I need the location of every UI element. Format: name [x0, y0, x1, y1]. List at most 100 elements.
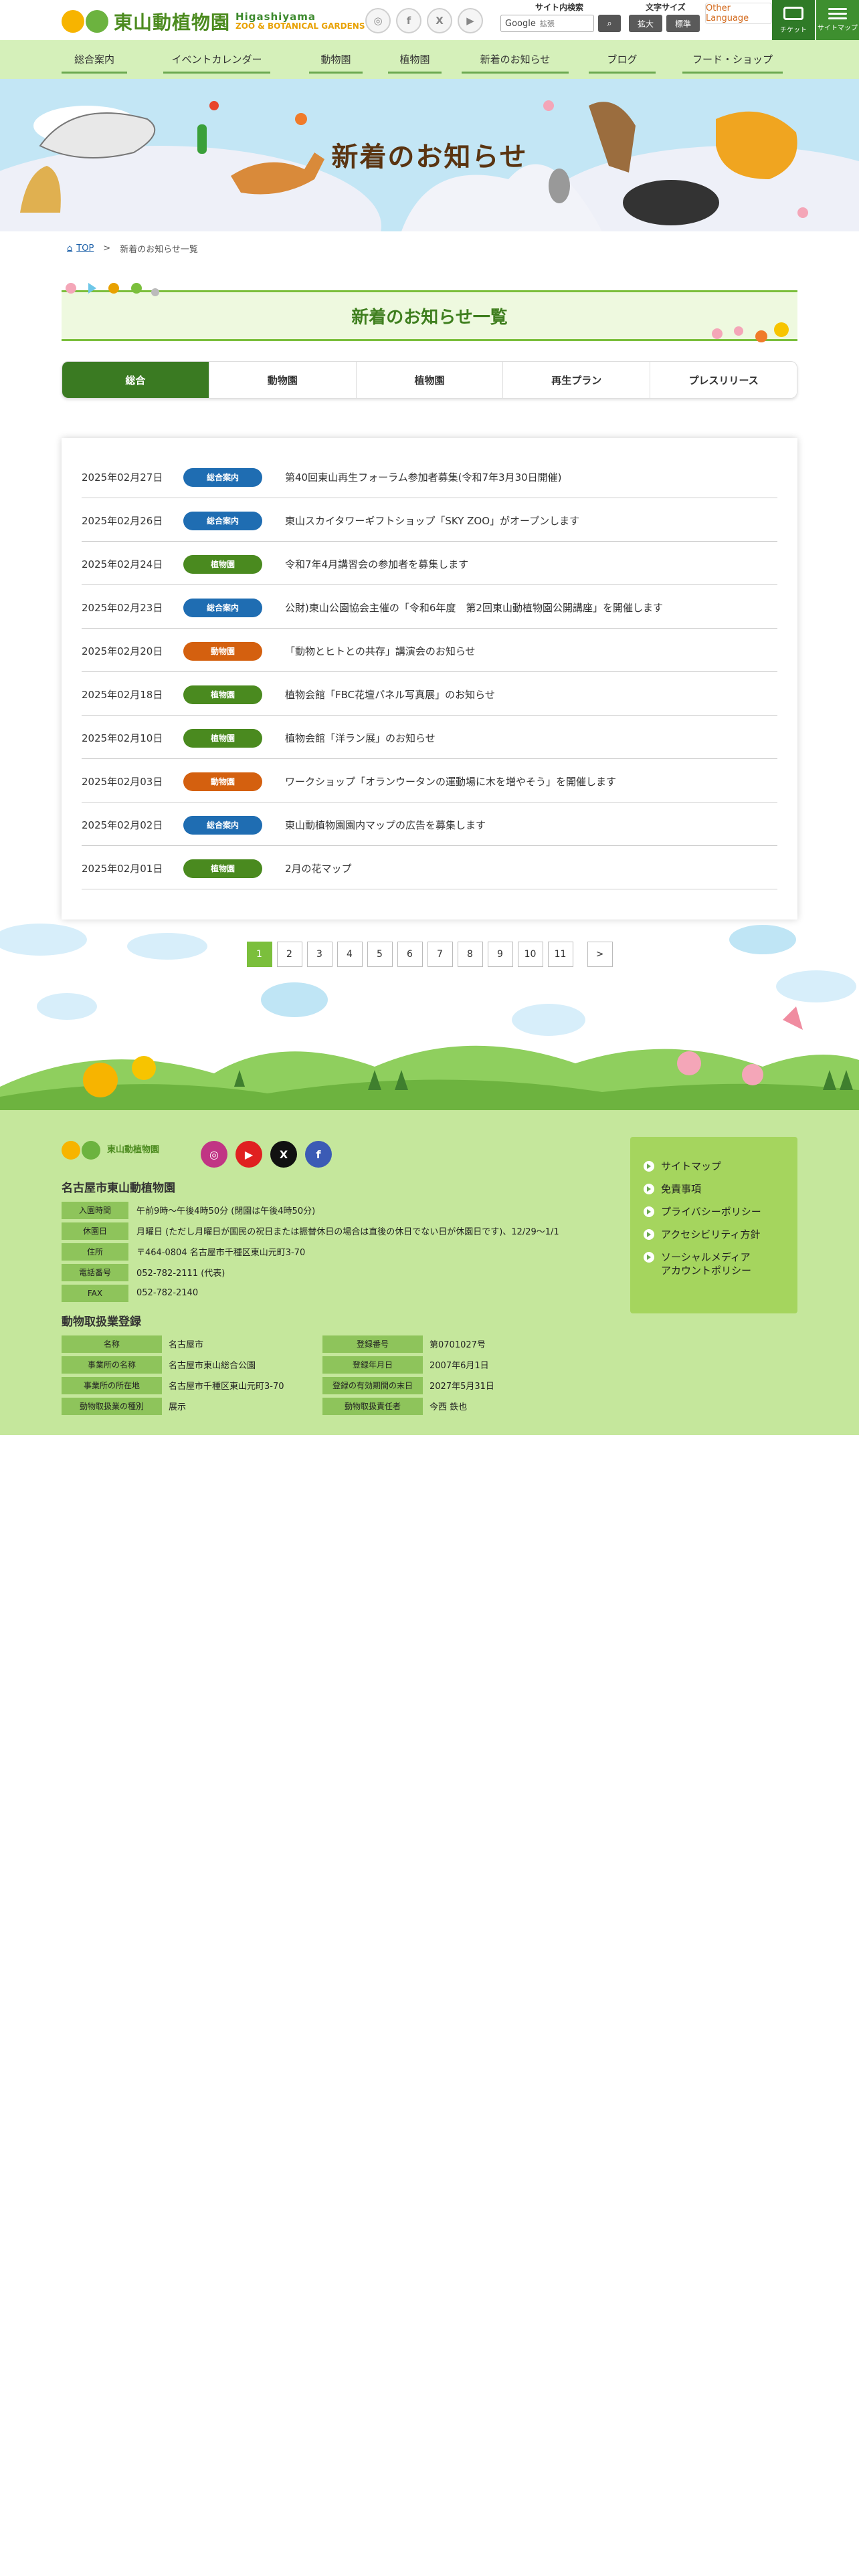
news-item[interactable]: 2025年02月26日 総合案内 東山スカイタワーギフトショップ「SKY ZOO…: [82, 500, 777, 542]
search-label: サイト内検索: [535, 3, 583, 12]
tab-zoo[interactable]: 動物園: [209, 362, 357, 398]
news-date: 2025年02月18日: [82, 689, 163, 701]
news-item[interactable]: 2025年02月20日 動物園 「動物とヒトとの共存」講演会のお知らせ: [82, 631, 777, 672]
menu-icon: [828, 8, 847, 10]
menu-button[interactable]: サイトマップ: [816, 0, 859, 40]
next-page-button[interactable]: >: [587, 942, 613, 967]
font-standard-button[interactable]: 標準: [666, 15, 700, 32]
facebook-icon[interactable]: f: [396, 8, 421, 33]
page-11[interactable]: 11: [547, 942, 573, 967]
page-5[interactable]: 5: [367, 942, 393, 967]
tab-general[interactable]: 総合: [62, 362, 209, 398]
arrow-icon: [644, 1252, 654, 1263]
font-size-controls: 拡大 標準: [629, 15, 700, 32]
info-row: 住所 〒464-0804 名古屋市千種区東山元町3-70: [62, 1241, 559, 1262]
other-language-button[interactable]: Other Language: [705, 3, 772, 24]
footer-sns: ◎ ▶ X f: [201, 1141, 332, 1168]
reg-label: 登録年月日: [322, 1356, 423, 1374]
news-item[interactable]: 2025年02月03日 動物園 ワークショップ「オランウータンの運動場に木を増や…: [82, 761, 777, 802]
logo-mark-icon: [62, 10, 108, 33]
footer-logo[interactable]: 東山動植物園: [62, 1141, 159, 1160]
reg-label: 動物取扱業の種別: [62, 1397, 162, 1415]
page-8[interactable]: 8: [457, 942, 483, 967]
nav-item-guide[interactable]: 総合案内: [62, 47, 127, 74]
pagination: 1 2 3 4 5 6 7 8 9 10 11 >: [0, 942, 859, 967]
news-title[interactable]: 東山スカイタワーギフトショップ「SKY ZOO」がオープンします: [285, 514, 579, 528]
reg-label: 事業所の名称: [62, 1356, 162, 1374]
news-item[interactable]: 2025年02月27日 総合案内 第40回東山再生フォーラム参加者募集(令和7年…: [82, 457, 777, 498]
category-badge: 総合案内: [183, 815, 262, 835]
info-row: 電話番号 052-782-2111 (代表): [62, 1262, 559, 1283]
footer-logo-mark-icon: [62, 1141, 100, 1160]
footer-link-social-policy[interactable]: ソーシャルメディアアカウントポリシー: [644, 1251, 784, 1277]
nav-item-garden[interactable]: 植物園: [388, 47, 442, 74]
nav-item-zoo[interactable]: 動物園: [309, 47, 363, 74]
ticket-button[interactable]: チケット: [772, 0, 815, 40]
news-title[interactable]: 第40回東山再生フォーラム参加者募集(令和7年3月30日開催): [285, 470, 562, 484]
page-6[interactable]: 6: [397, 942, 423, 967]
news-title[interactable]: 「動物とヒトとの共存」講演会のお知らせ: [285, 644, 476, 658]
page-9[interactable]: 9: [487, 942, 513, 967]
tab-garden[interactable]: 植物園: [356, 362, 504, 398]
news-item[interactable]: 2025年02月23日 総合案内 公財)東山公園協会主催の「令和6年度 第2回東…: [82, 587, 777, 629]
news-title[interactable]: 2月の花マップ: [285, 861, 352, 875]
news-item[interactable]: 2025年02月01日 植物園 2月の花マップ: [82, 848, 777, 889]
news-title[interactable]: 植物会館「FBC花壇パネル写真展」のお知らせ: [285, 687, 495, 702]
instagram-icon[interactable]: ◎: [201, 1141, 227, 1168]
site-footer: 東山動植物園 ◎ ▶ X f 名古屋市東山動植物園 入園時間 午前9時～午後4時…: [0, 1110, 859, 1435]
news-item[interactable]: 2025年02月10日 植物園 植物会館「洋ラン展」のお知らせ: [82, 718, 777, 759]
nav-item-news[interactable]: 新着のお知らせ: [462, 47, 569, 74]
registration-row: 動物取扱業の種別 展示 動物取扱責任者 今西 鉄也: [62, 1396, 583, 1416]
x-icon[interactable]: X: [270, 1141, 297, 1168]
site-logo[interactable]: 東山動植物園 Higashiyama ZOO & BOTANICAL GARDE…: [62, 7, 365, 36]
breadcrumb-top-link[interactable]: ⌂ TOP: [67, 243, 94, 253]
search-placeholder: 拡張: [539, 19, 555, 28]
tab-press-release[interactable]: プレスリリース: [650, 362, 797, 398]
page-4[interactable]: 4: [337, 942, 363, 967]
search-input[interactable]: Google 拡張: [500, 15, 594, 32]
reg-value: 2007年6月1日: [430, 1361, 489, 1371]
nav-item-events[interactable]: イベントカレンダー: [163, 47, 270, 74]
page-1[interactable]: 1: [246, 942, 272, 967]
reg-value: 名古屋市東山総合公園: [169, 1361, 256, 1371]
page-7[interactable]: 7: [427, 942, 453, 967]
hero-title: 新着のお知らせ: [331, 142, 528, 173]
news-title[interactable]: 令和7年4月講習会の参加者を募集します: [285, 557, 468, 571]
news-title[interactable]: 東山動植物園園内マップの広告を募集します: [285, 818, 486, 832]
facility-info: 入園時間 午前9時～午後4時50分 (閉園は午後4時50分) 休園日 月曜日 (…: [62, 1200, 559, 1303]
instagram-icon[interactable]: ◎: [365, 8, 391, 33]
search-google-label: Google: [505, 18, 536, 29]
global-nav: 総合案内 イベントカレンダー 動物園 植物園 新着のお知らせ ブログ フード・シ…: [0, 40, 859, 79]
news-title[interactable]: 公財)東山公園協会主催の「令和6年度 第2回東山動植物園公開講座」を開催します: [285, 601, 663, 615]
footer-link-privacy[interactable]: プライバシーポリシー: [644, 1205, 784, 1218]
footer-link-label: 免責事項: [661, 1183, 702, 1195]
x-icon[interactable]: X: [427, 8, 452, 33]
facebook-icon[interactable]: f: [305, 1141, 332, 1168]
breadcrumb-separator: >: [103, 243, 111, 253]
youtube-icon[interactable]: ▶: [458, 8, 483, 33]
footer-link-label: ソーシャルメディアアカウントポリシー: [661, 1251, 752, 1277]
news-title[interactable]: 植物会館「洋ラン展」のお知らせ: [285, 731, 436, 745]
news-item[interactable]: 2025年02月24日 植物園 令和7年4月講習会の参加者を募集します: [82, 544, 777, 585]
news-item[interactable]: 2025年02月18日 植物園 植物会館「FBC花壇パネル写真展」のお知らせ: [82, 674, 777, 716]
category-badge: 植物園: [183, 554, 262, 574]
nav-item-food-shop[interactable]: フード・ショップ: [682, 47, 783, 74]
page-3[interactable]: 3: [306, 942, 332, 967]
page-10[interactable]: 10: [517, 942, 543, 967]
news-date: 2025年02月24日: [82, 558, 163, 570]
footer-link-accessibility[interactable]: アクセシビリティ方針: [644, 1228, 784, 1241]
nav-item-blog[interactable]: ブログ: [589, 47, 656, 74]
page-2[interactable]: 2: [276, 942, 302, 967]
news-item[interactable]: 2025年02月02日 総合案内 東山動植物園園内マップの広告を募集します: [82, 804, 777, 846]
footer-link-disclaimer[interactable]: 免責事項: [644, 1182, 784, 1196]
tab-revival-plan[interactable]: 再生プラン: [503, 362, 651, 398]
youtube-icon[interactable]: ▶: [235, 1141, 262, 1168]
font-large-button[interactable]: 拡大: [629, 15, 662, 32]
news-title[interactable]: ワークショップ「オランウータンの運動場に木を増やそう」を開催します: [285, 774, 616, 788]
news-date: 2025年02月20日: [82, 645, 163, 657]
logo-en2: ZOO & BOTANICAL GARDENS: [235, 21, 365, 31]
info-label: 住所: [62, 1243, 128, 1261]
search-button[interactable]: ⌕: [598, 15, 621, 32]
footer-link-sitemap[interactable]: サイトマップ: [644, 1160, 784, 1173]
menu-label: サイトマップ: [818, 25, 858, 32]
